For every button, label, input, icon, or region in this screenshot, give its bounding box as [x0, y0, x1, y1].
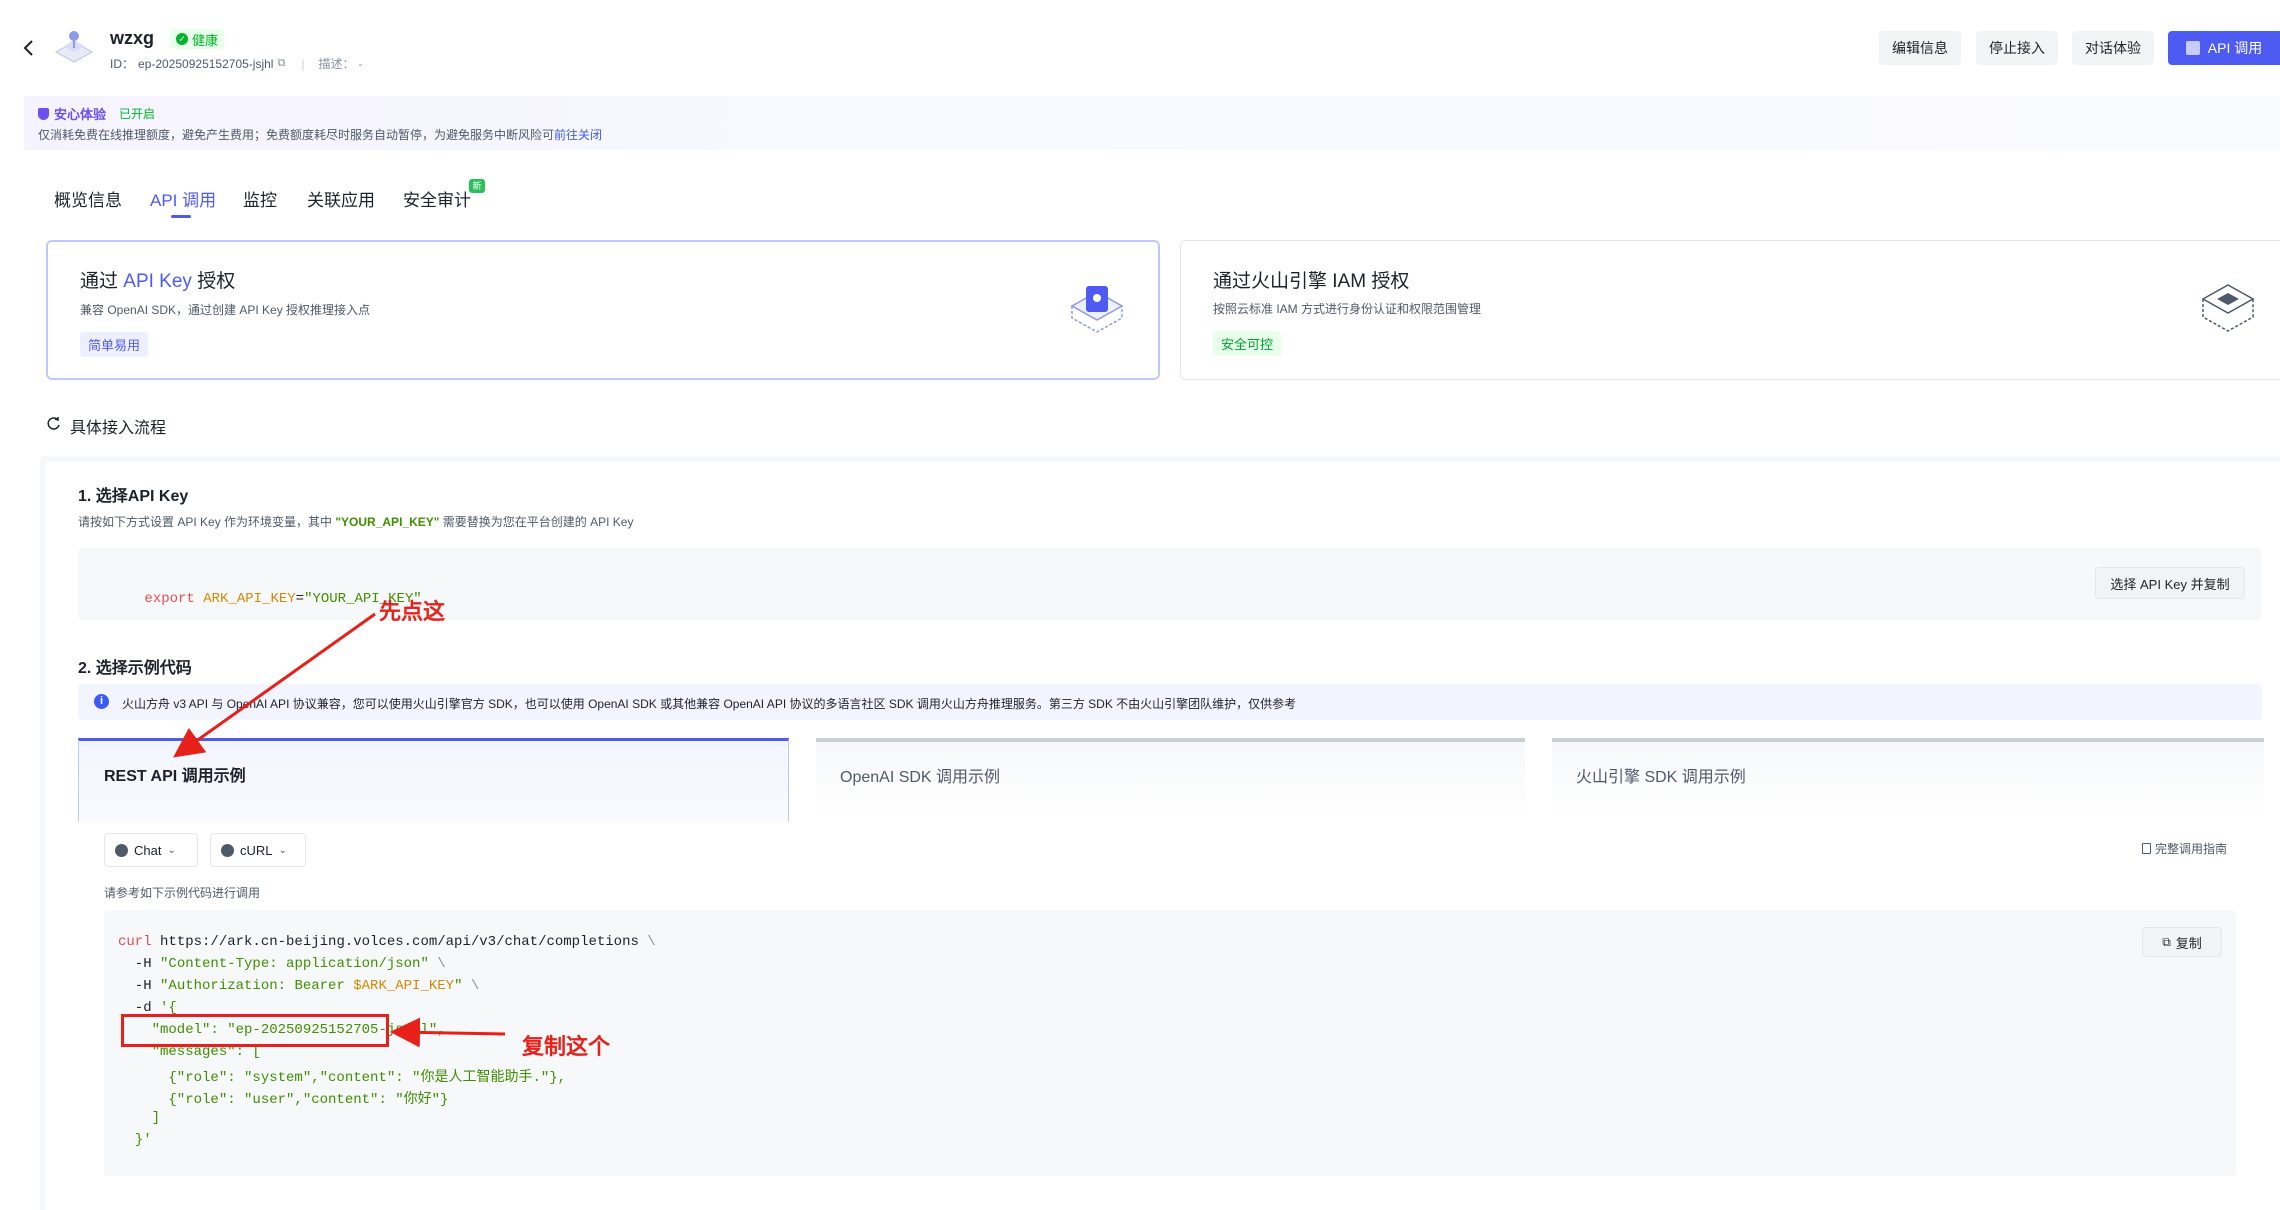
- annotation-arrows: [173, 612, 506, 1048]
- annotation-click-here: 先点这: [379, 599, 446, 624]
- arrow-to-model: [390, 1017, 506, 1048]
- page: wzxg ✓ 健康 ID： ep-20250925152705-jsjhl ⧉ …: [0, 0, 2280, 1210]
- arrow-to-rest-tab: [173, 612, 376, 758]
- annotation-copy-this: 复制这个: [522, 1034, 611, 1059]
